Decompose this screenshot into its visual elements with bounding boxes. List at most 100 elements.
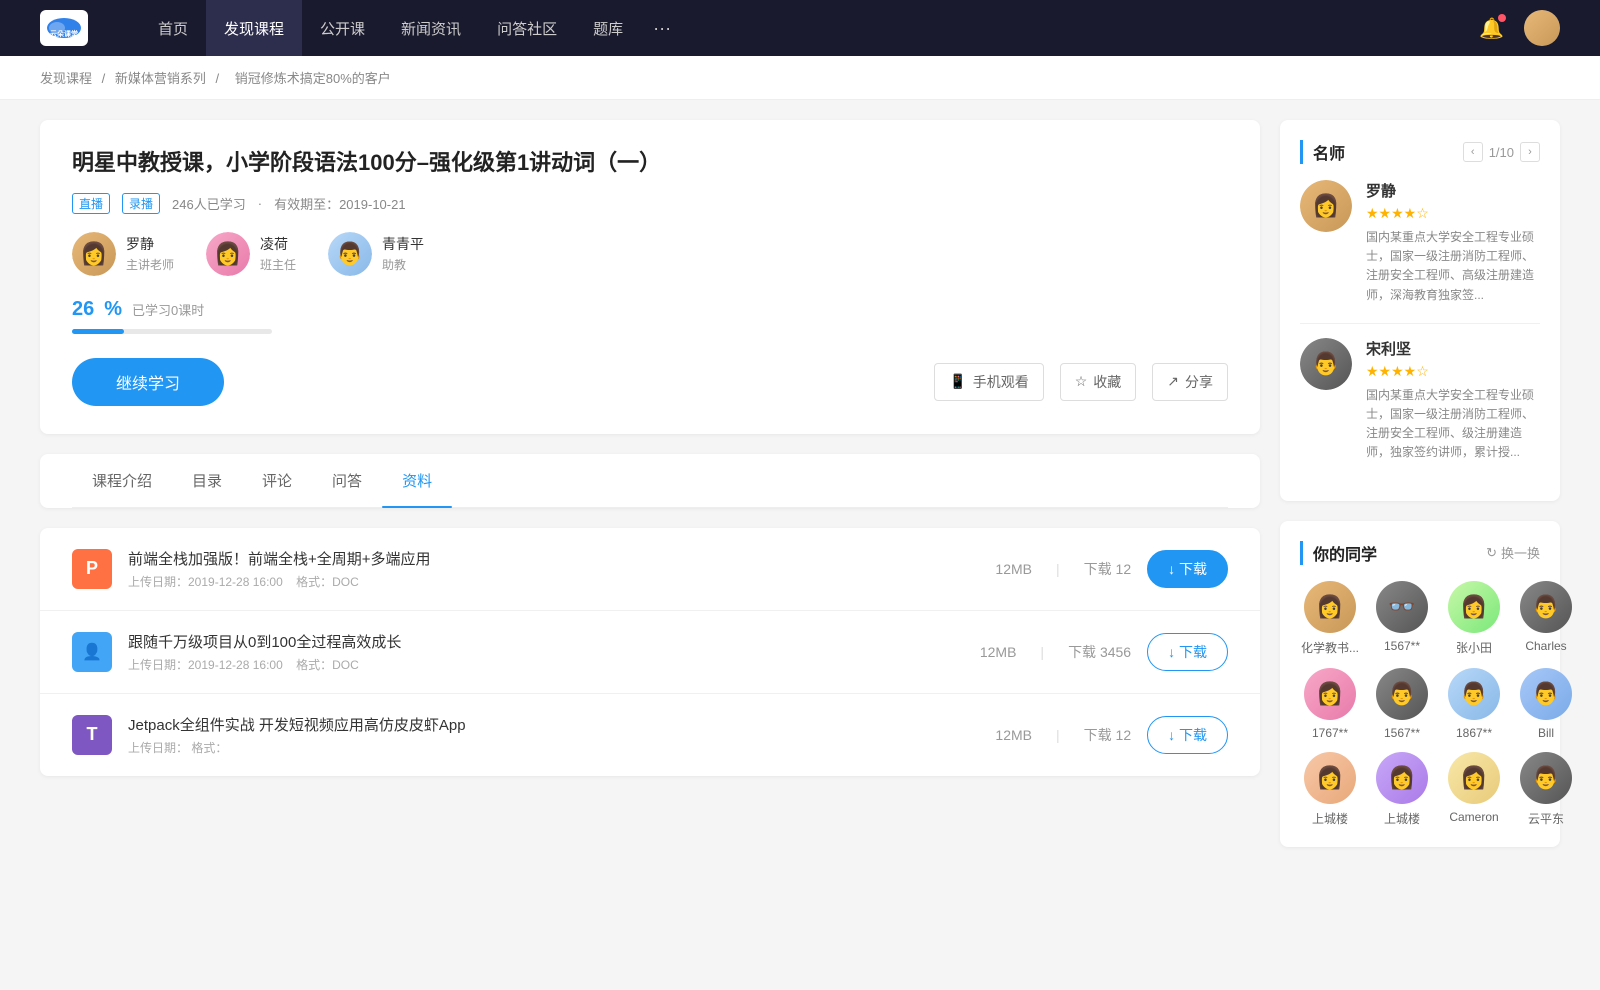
teachers-sidebar-title: 名师 [1300, 140, 1345, 164]
teacher-item-1: 👩 凌荷 班主任 [206, 232, 296, 276]
breadcrumb-link-series[interactable]: 新媒体营销系列 [115, 71, 206, 86]
resource-count-0: 下载 12 [1084, 559, 1131, 579]
tab-catalog[interactable]: 目录 [172, 454, 242, 507]
classmate-8[interactable]: 👩 上城楼 [1300, 752, 1360, 827]
resource-size-2: 12MB [995, 727, 1032, 743]
refresh-icon: ↻ [1486, 545, 1497, 561]
teacher-name-2: 青青平 [382, 234, 424, 254]
resource-icon-1: 👤 [72, 632, 112, 672]
classmate-9[interactable]: 👩 上城楼 [1372, 752, 1432, 827]
tabs-section: 课程介绍 目录 评论 问答 资料 [40, 454, 1260, 508]
tabs-nav: 课程介绍 目录 评论 问答 资料 [72, 454, 1228, 508]
classmate-name-4: 1767** [1300, 726, 1360, 740]
course-title: 明星中教授课，小学阶段语法100分–强化级第1讲动词（一） [72, 148, 1228, 179]
refresh-label: 换一换 [1501, 543, 1540, 562]
resource-item-1: 👤 跟随千万级项目从0到100全过程高效成长 上传日期：2019-12-28 1… [40, 611, 1260, 694]
notification-dot [1498, 14, 1506, 22]
nav-item-news[interactable]: 新闻资讯 [383, 0, 479, 56]
svg-text:云朵课堂: 云朵课堂 [50, 29, 78, 38]
classmate-avatar-1: 👓 [1376, 581, 1428, 633]
classmates-title: 你的同学 [1300, 541, 1377, 565]
download-button-2[interactable]: ↓ 下载 [1147, 716, 1228, 754]
breadcrumb-sep-1: / [102, 71, 109, 86]
classmate-name-10: Cameron [1444, 810, 1504, 824]
prev-page-btn[interactable]: ‹ [1463, 142, 1483, 162]
logo[interactable]: 云朵课堂 [40, 10, 88, 46]
classmate-4[interactable]: 👩 1767** [1300, 668, 1360, 740]
navbar: 云朵课堂 首页 发现课程 公开课 新闻资讯 问答社区 题库 ··· 🔔 [0, 0, 1600, 56]
next-page-btn[interactable]: › [1520, 142, 1540, 162]
progress-section: 26% 已学习0课时 [72, 298, 1228, 334]
classmate-name-1: 1567** [1372, 639, 1432, 653]
tab-qa[interactable]: 问答 [312, 454, 382, 507]
user-avatar-nav[interactable] [1524, 10, 1560, 46]
nav-item-discover[interactable]: 发现课程 [206, 0, 302, 56]
classmate-6[interactable]: 👨 1867** [1444, 668, 1504, 740]
classmate-name-0: 化学教书... [1300, 639, 1360, 656]
breadcrumb-sep-2: / [216, 71, 223, 86]
classmate-name-6: 1867** [1444, 726, 1504, 740]
progress-bar-bg [72, 329, 272, 334]
continue-learning-button[interactable]: 继续学习 [72, 358, 224, 406]
resource-item-2: T Jetpack全组件实战 开发短视频应用高仿皮皮虾App 上传日期： 格式：… [40, 694, 1260, 776]
tab-intro[interactable]: 课程介绍 [72, 454, 172, 507]
resource-info-0: 前端全栈加强版！前端全栈+全周期+多端应用 上传日期：2019-12-28 16… [128, 548, 979, 590]
share-label: 分享 [1185, 372, 1213, 392]
download-button-1[interactable]: ↓ 下载 [1147, 633, 1228, 671]
teacher-info-2: 青青平 助教 [382, 234, 424, 273]
resource-icon-0: P [72, 549, 112, 589]
refresh-classmates-button[interactable]: ↻ 换一换 [1486, 543, 1540, 562]
main-container: 明星中教授课，小学阶段语法100分–强化级第1讲动词（一） 直播 录播 246人… [0, 100, 1600, 887]
collect-button[interactable]: ☆ 收藏 [1060, 363, 1137, 401]
nav-item-quiz[interactable]: 题库 [575, 0, 641, 56]
teacher-role-1: 班主任 [260, 256, 296, 273]
sidebar-teacher-avatar-1[interactable]: 👨 [1300, 338, 1352, 390]
classmate-11[interactable]: 👨 云平东 [1516, 752, 1576, 827]
classmate-1[interactable]: 👓 1567** [1372, 581, 1432, 656]
sidebar-teacher-stars-1: ★★★★☆ [1366, 363, 1540, 380]
download-button-0[interactable]: ↓ 下载 [1147, 550, 1228, 588]
teachers-title-row: 名师 ‹ 1/10 › [1300, 140, 1540, 164]
resource-title-1: 跟随千万级项目从0到100全过程高效成长 [128, 631, 964, 652]
classmate-10[interactable]: 👩 Cameron [1444, 752, 1504, 827]
notification-bell[interactable]: 🔔 [1479, 16, 1504, 41]
sidebar-teacher-info-0: 罗静 ★★★★☆ 国内某重点大学安全工程专业硕士，国家一级注册消防工程师、注册安… [1366, 180, 1540, 305]
sidebar-teacher-avatar-0[interactable]: 👩 [1300, 180, 1352, 232]
resource-date-2: 上传日期： [128, 741, 188, 755]
classmate-name-9: 上城楼 [1372, 810, 1432, 827]
sidebar-teacher-name-0: 罗静 [1366, 180, 1540, 201]
tab-review[interactable]: 评论 [242, 454, 312, 507]
mobile-icon: 📱 [949, 373, 966, 390]
valid-until: 有效期至：2019-10-21 [274, 194, 406, 213]
teachers-row: 👩 罗静 主讲老师 👩 凌荷 班主任 [72, 232, 1228, 276]
mobile-watch-button[interactable]: 📱 手机观看 [934, 363, 1043, 401]
resource-date-1: 上传日期：2019-12-28 16:00 [128, 658, 283, 672]
classmate-5[interactable]: 👨 1567** [1372, 668, 1432, 740]
student-count: 246人已学习 [172, 194, 246, 213]
sidebar-teacher-desc-1: 国内某重点大学安全工程专业硕士，国家一级注册消防工程师、注册安全工程师、级注册建… [1366, 386, 1540, 463]
classmate-3[interactable]: 👨 Charles [1516, 581, 1576, 656]
share-button[interactable]: ↗ 分享 [1152, 363, 1228, 401]
nav-right: 🔔 [1479, 10, 1560, 46]
nav-item-home[interactable]: 首页 [140, 0, 206, 56]
classmate-name-5: 1567** [1372, 726, 1432, 740]
action-buttons: 📱 手机观看 ☆ 收藏 ↗ 分享 [934, 363, 1228, 401]
classmate-0[interactable]: 👩 化学教书... [1300, 581, 1360, 656]
classmate-avatar-0: 👩 [1304, 581, 1356, 633]
classmate-avatar-5: 👨 [1376, 668, 1428, 720]
sep-2: | [1056, 727, 1060, 743]
resource-meta-1: 上传日期：2019-12-28 16:00 格式：DOC [128, 656, 964, 673]
right-sidebar: 名师 ‹ 1/10 › 👩 罗静 ★★★★☆ 国内某重点大学安全工程专业硕士，国… [1280, 120, 1560, 867]
resource-title-2: Jetpack全组件实战 开发短视频应用高仿皮皮虾App [128, 714, 979, 735]
nav-item-more[interactable]: ··· [641, 0, 683, 56]
nav-item-public[interactable]: 公开课 [302, 0, 383, 56]
resource-size-1: 12MB [980, 644, 1017, 660]
nav-item-qa[interactable]: 问答社区 [479, 0, 575, 56]
progress-percent: 26 [72, 298, 94, 321]
resource-meta-0: 上传日期：2019-12-28 16:00 格式：DOC [128, 573, 979, 590]
tab-resource[interactable]: 资料 [382, 454, 452, 507]
classmate-7[interactable]: 👨 Bill [1516, 668, 1576, 740]
breadcrumb-link-discover[interactable]: 发现课程 [40, 71, 92, 86]
left-content: 明星中教授课，小学阶段语法100分–强化级第1讲动词（一） 直播 录播 246人… [40, 120, 1260, 867]
classmate-2[interactable]: 👩 张小田 [1444, 581, 1504, 656]
